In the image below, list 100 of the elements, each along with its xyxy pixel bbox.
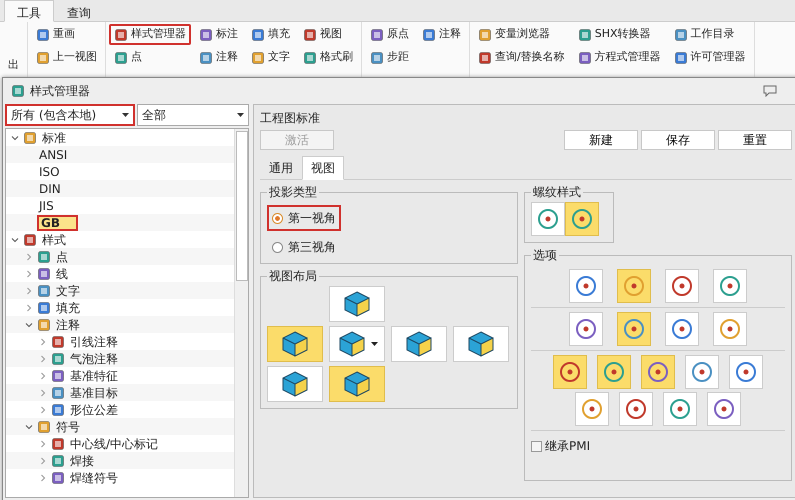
expand-chevron-icon[interactable]	[25, 422, 33, 430]
option-button[interactable]	[665, 269, 699, 303]
square-icon	[251, 28, 265, 42]
tree-item[interactable]: JIS	[37, 196, 56, 214]
ribbon-button[interactable]: 文字	[246, 47, 295, 68]
ribbon-button[interactable]: SHX转换器	[572, 24, 666, 45]
ribbon-tab[interactable]: 工具	[4, 0, 54, 22]
radio-button[interactable]	[272, 242, 283, 252]
collapse-chevron-icon[interactable]	[39, 440, 47, 448]
ribbon-button[interactable]: 方程式管理器	[572, 47, 666, 68]
tree-item[interactable]: 焊缝符号	[68, 468, 120, 486]
option-button[interactable]	[713, 269, 747, 303]
tab[interactable]: 视图	[302, 156, 344, 180]
tree-item[interactable]: 形位公差	[68, 400, 120, 418]
tree-item[interactable]: DIN	[37, 180, 63, 198]
option-button[interactable]	[617, 312, 651, 346]
tree-item[interactable]: 标准	[40, 129, 68, 146]
cube-icon	[404, 330, 434, 358]
collapse-chevron-icon[interactable]	[39, 474, 47, 482]
collapse-chevron-icon[interactable]	[39, 338, 47, 346]
tab[interactable]: 通用	[260, 156, 302, 180]
tree-item[interactable]: ANSI	[37, 146, 70, 164]
option-button[interactable]	[619, 392, 653, 426]
collapse-chevron-icon[interactable]	[39, 372, 47, 380]
scrollbar-thumb[interactable]	[236, 131, 248, 281]
option-button[interactable]	[729, 355, 763, 389]
tree-item[interactable]: 引线注释	[68, 332, 120, 350]
tree-item[interactable]: GB	[37, 214, 78, 230]
action-button[interactable]: 新建	[564, 130, 638, 150]
collapse-chevron-icon[interactable]	[25, 252, 33, 260]
tree-item[interactable]: 焊接	[68, 452, 96, 470]
view-layout-button[interactable]	[391, 326, 447, 362]
collapse-chevron-icon[interactable]	[39, 388, 47, 396]
action-button[interactable]: 重置	[718, 130, 792, 150]
scrollbar[interactable]	[234, 129, 248, 497]
view-layout-button[interactable]	[329, 366, 385, 402]
dropdown[interactable]: 所有 (包含本地)	[5, 104, 135, 126]
ribbon-button[interactable]: 工作目录	[668, 24, 751, 45]
view-layout-button[interactable]	[329, 326, 385, 362]
tree-item[interactable]: 文字	[54, 282, 82, 300]
ribbon-button[interactable]: 填充	[246, 24, 295, 45]
collapse-chevron-icon[interactable]	[25, 304, 33, 312]
thread-style-button[interactable]	[531, 202, 565, 236]
option-button[interactable]	[597, 355, 631, 389]
comment-icon[interactable]	[763, 85, 777, 97]
expand-chevron-icon[interactable]	[25, 320, 33, 328]
ribbon-button[interactable]: 许可管理器	[668, 47, 751, 68]
option-button[interactable]	[685, 355, 719, 389]
radio-button[interactable]	[272, 212, 283, 224]
collapse-chevron-icon[interactable]	[39, 456, 47, 464]
collapse-chevron-icon[interactable]	[39, 354, 47, 362]
view-layout-button[interactable]	[267, 366, 323, 402]
ribbon-button[interactable]: 注释	[194, 47, 243, 68]
tree-item[interactable]: 填充	[54, 298, 82, 316]
ribbon-button[interactable]: 点	[109, 47, 191, 68]
view-layout-button[interactable]	[267, 326, 323, 362]
ribbon-button[interactable]: 标注	[194, 24, 243, 45]
ribbon-button[interactable]: 查询/替换名称	[473, 47, 570, 68]
expand-chevron-icon[interactable]	[11, 236, 19, 244]
view-layout-button[interactable]	[329, 286, 385, 322]
ribbon-button[interactable]: 步距	[365, 47, 414, 68]
ribbon-tab[interactable]: 查询	[54, 0, 104, 22]
option-button[interactable]	[569, 312, 603, 346]
option-button[interactable]	[663, 392, 697, 426]
tree-item[interactable]: 样式	[40, 230, 68, 248]
option-button[interactable]	[713, 312, 747, 346]
view-layout-button[interactable]	[453, 326, 509, 362]
collapse-chevron-icon[interactable]	[39, 406, 47, 414]
checkbox[interactable]	[531, 440, 542, 452]
tree-item[interactable]: 基准特征	[68, 366, 120, 384]
ribbon-button[interactable]: 上一视图	[31, 47, 102, 68]
square-icon	[674, 50, 688, 64]
action-button[interactable]: 保存	[641, 130, 715, 150]
tree-item[interactable]: 注释	[54, 316, 82, 334]
ribbon-button[interactable]: 视图	[298, 24, 358, 45]
collapse-chevron-icon[interactable]	[25, 270, 33, 278]
ribbon-button[interactable]: 格式刷	[298, 47, 358, 68]
option-button[interactable]	[707, 392, 741, 426]
ribbon-button[interactable]: 变量浏览器	[473, 24, 570, 45]
tree-item[interactable]: ISO	[37, 162, 62, 180]
radio-option[interactable]: 第三视角	[267, 234, 341, 260]
ribbon-button[interactable]: 注释	[417, 24, 466, 45]
tree-item[interactable]: 点	[54, 248, 70, 266]
collapse-chevron-icon[interactable]	[25, 286, 33, 294]
dropdown[interactable]: 全部	[137, 104, 249, 126]
option-button[interactable]	[553, 355, 587, 389]
ribbon-button[interactable]: 原点	[365, 24, 414, 45]
thread-style-button[interactable]	[565, 202, 599, 236]
tree-item[interactable]: 中心线/中心标记	[68, 434, 160, 452]
ribbon-button[interactable]: 重画	[31, 24, 102, 45]
ribbon-button[interactable]: 样式管理器	[109, 24, 191, 45]
option-button[interactable]	[575, 392, 609, 426]
tree-item[interactable]: 线	[54, 264, 70, 282]
tree-item[interactable]: 符号	[54, 418, 82, 436]
radio-option[interactable]: 第一视角	[267, 205, 341, 231]
option-button[interactable]	[569, 269, 603, 303]
expand-chevron-icon[interactable]	[11, 134, 19, 142]
ribbon-button[interactable]: 出	[3, 55, 24, 76]
option-button[interactable]	[641, 355, 675, 389]
option-button[interactable]	[665, 312, 699, 346]
